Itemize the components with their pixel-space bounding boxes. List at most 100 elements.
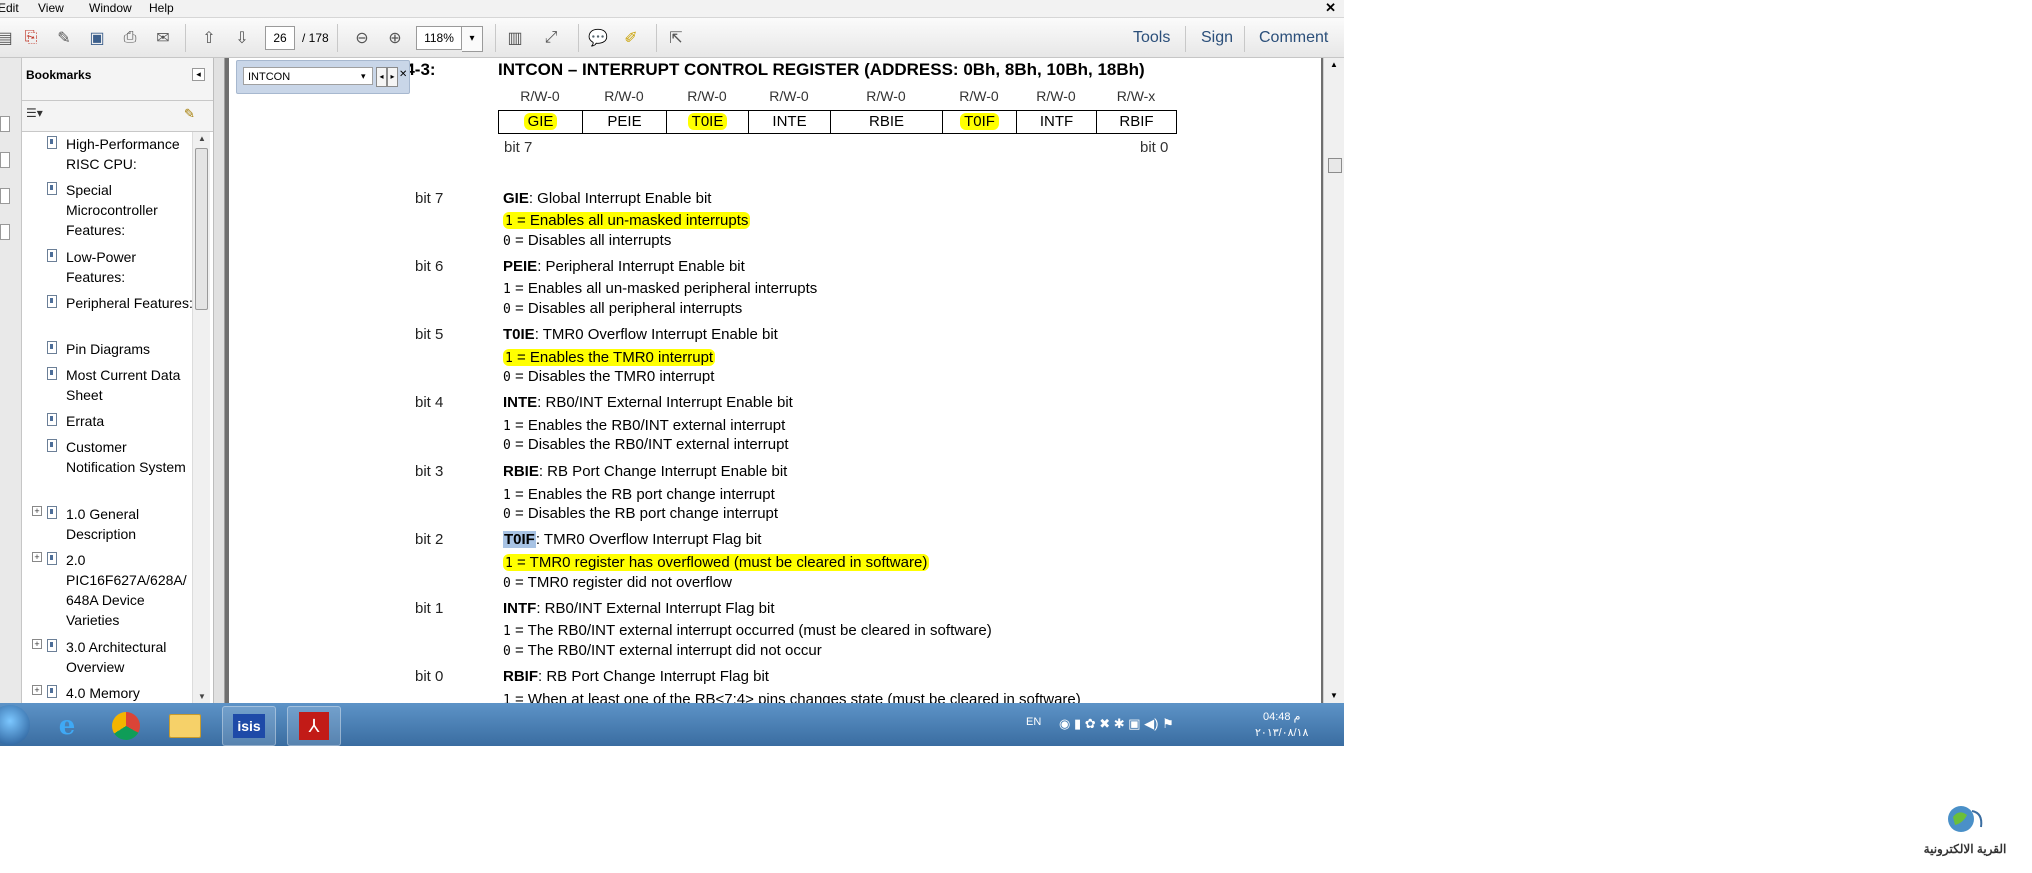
isis-icon[interactable]: isis bbox=[222, 706, 276, 746]
zoom-level-input[interactable]: 118% bbox=[416, 26, 462, 50]
collapse-panel-icon[interactable]: ◂ bbox=[192, 68, 205, 81]
system-clock[interactable]: 04:48 م ٢٠١٣/٠٨/١٨ bbox=[1255, 709, 1308, 741]
chevron-down-icon[interactable]: ▾ bbox=[361, 71, 366, 82]
menu-window[interactable]: Window bbox=[89, 1, 132, 15]
zoom-in-icon[interactable]: ⊕ bbox=[384, 27, 406, 49]
bookmarks-scrollbar[interactable]: ▲ ▼ bbox=[192, 132, 210, 704]
watermark-logo bbox=[1948, 806, 1983, 832]
save-icon[interactable]: ▣ bbox=[86, 27, 108, 49]
bit-name: T0IF bbox=[960, 113, 999, 130]
page-number-input[interactable]: 26 bbox=[265, 26, 295, 50]
language-indicator[interactable]: EN bbox=[1026, 716, 1041, 728]
adobe-reader-icon[interactable]: ⅄ bbox=[287, 706, 341, 746]
sign-button[interactable]: Sign bbox=[1201, 29, 1233, 47]
fit-width-icon[interactable]: ⤢ bbox=[540, 27, 562, 49]
edit-icon[interactable]: ✎ bbox=[53, 27, 75, 49]
bookmark-icon bbox=[47, 249, 57, 262]
close-icon[interactable]: ✕ bbox=[1325, 0, 1336, 16]
scroll-down-icon[interactable]: ▼ bbox=[198, 692, 206, 701]
find-bar: INTCON ▾ ◂ ▸ ✕ bbox=[236, 60, 410, 94]
toolbar-divider bbox=[656, 24, 657, 52]
toolbar: ▤ ⎘ ✎ ▣ ⎙ ✉ ⇧ ⇩ 26 / 178 ⊖ ⊕ 118% ▾ ▥ ⤢ … bbox=[0, 18, 1344, 58]
file-explorer-icon[interactable] bbox=[158, 706, 212, 746]
bit-value-line: 0 = Disables the RB0/INT external interr… bbox=[503, 436, 789, 453]
menu-help[interactable]: Help bbox=[149, 1, 174, 15]
bookmarks-icon[interactable] bbox=[0, 152, 10, 168]
close-find-icon[interactable]: ✕ bbox=[399, 69, 407, 80]
bit-cell: GIE bbox=[498, 110, 583, 134]
find-input[interactable]: INTCON bbox=[243, 67, 373, 85]
find-next-icon[interactable]: ▸ bbox=[387, 67, 398, 87]
fit-page-icon[interactable]: ▥ bbox=[504, 27, 526, 49]
expand-icon[interactable]: + bbox=[32, 639, 42, 649]
bit-description: T0IF: TMR0 Overflow Interrupt Flag bit bbox=[503, 531, 762, 548]
isis-glyph: isis bbox=[233, 714, 265, 738]
open-icon[interactable]: ▤ bbox=[0, 27, 16, 49]
scrollbar-thumb[interactable] bbox=[1328, 158, 1342, 173]
toolbar-divider bbox=[337, 24, 338, 52]
zoom-out-icon[interactable]: ⊖ bbox=[351, 27, 373, 49]
bookmark-icon bbox=[47, 552, 57, 565]
menu-edit[interactable]: Edit bbox=[0, 1, 19, 15]
attachments-icon[interactable] bbox=[0, 188, 10, 204]
previous-page-icon[interactable]: ⇧ bbox=[198, 27, 220, 49]
tray-icons[interactable]: ◉ ▮ ✿ ✖ ✱ ▣ ◀) ⚑ bbox=[1059, 716, 1174, 732]
next-page-icon[interactable]: ⇩ bbox=[231, 27, 253, 49]
bookmarks-title: Bookmarks bbox=[26, 68, 92, 82]
bit0-label: bit 0 bbox=[1140, 139, 1169, 156]
page-thumbnails-icon[interactable] bbox=[0, 116, 10, 132]
bit-name: T0IE bbox=[687, 113, 728, 130]
scrollbar-thumb[interactable] bbox=[195, 148, 208, 310]
page-count: / 178 bbox=[302, 31, 329, 45]
bookmark-label: High-Performance RISC CPU: bbox=[66, 136, 180, 172]
expand-icon[interactable]: + bbox=[32, 552, 42, 562]
comment-button[interactable]: Comment bbox=[1259, 29, 1328, 47]
bit-number: bit 0 bbox=[415, 668, 444, 685]
bookmark-label: Customer Notification System bbox=[66, 439, 186, 475]
scroll-up-icon[interactable]: ▲ bbox=[1330, 60, 1338, 69]
bit-value-line: 0 = Disables the TMR0 interrupt bbox=[503, 368, 715, 385]
chevron-down-icon[interactable]: ▾ bbox=[462, 26, 483, 52]
highlight-icon[interactable]: ✐ bbox=[620, 27, 642, 49]
expand-icon[interactable]: + bbox=[32, 506, 42, 516]
document-scrollbar[interactable]: ▲ ▼ bbox=[1323, 58, 1344, 703]
bookmark-icon bbox=[47, 413, 57, 426]
bit-cell: T0IF bbox=[942, 110, 1017, 134]
bit-number: bit 2 bbox=[415, 531, 444, 548]
scroll-up-icon[interactable]: ▲ bbox=[198, 134, 206, 143]
clock-date: ٢٠١٣/٠٨/١٨ bbox=[1255, 727, 1309, 739]
bookmark-label: 3.0 Architectural Overview bbox=[66, 639, 167, 675]
bit-name: INTE bbox=[772, 113, 807, 130]
panel-splitter[interactable] bbox=[214, 58, 225, 703]
bit-description: INTE: RB0/INT External Interrupt Enable … bbox=[503, 394, 793, 411]
chrome-glyph bbox=[112, 712, 140, 740]
expand-icon[interactable]: + bbox=[32, 685, 42, 695]
full-screen-icon[interactable]: ⇱ bbox=[665, 27, 687, 49]
bookmark-label: 1.0 General Description bbox=[66, 506, 140, 542]
bookmark-label: Peripheral Features: bbox=[66, 295, 193, 311]
print-icon[interactable]: ⎙ bbox=[119, 27, 141, 49]
create-pdf-icon[interactable]: ⎘ bbox=[20, 27, 42, 49]
bit-number: bit 7 bbox=[415, 190, 444, 207]
signatures-icon[interactable] bbox=[0, 224, 10, 240]
options-menu-icon[interactable]: ☰▾ bbox=[26, 106, 43, 120]
menu-view[interactable]: View bbox=[38, 1, 64, 15]
internet-explorer-icon[interactable]: e bbox=[40, 706, 94, 746]
bit-cell: PEIE bbox=[582, 110, 667, 134]
bit-cell: RBIF bbox=[1096, 110, 1177, 134]
bit-number: bit 1 bbox=[415, 600, 444, 617]
bit-value-line: 1 = Enables all un-masked interrupts bbox=[503, 212, 751, 229]
access-label: R/W-x bbox=[1116, 88, 1156, 104]
email-icon[interactable]: ✉ bbox=[152, 27, 174, 49]
tools-button[interactable]: Tools bbox=[1133, 29, 1170, 47]
find-bookmark-icon[interactable]: ✎ bbox=[184, 106, 195, 122]
scroll-down-icon[interactable]: ▼ bbox=[1330, 691, 1338, 700]
pdf-glyph: ⅄ bbox=[299, 712, 329, 740]
toolbar-divider bbox=[1185, 26, 1186, 52]
find-previous-icon[interactable]: ◂ bbox=[376, 67, 387, 87]
chrome-icon[interactable] bbox=[99, 706, 153, 746]
comment-bubble-icon[interactable]: 💬 bbox=[587, 27, 609, 49]
start-button[interactable] bbox=[0, 705, 30, 745]
access-label: R/W-0 bbox=[769, 88, 809, 104]
bookmark-icon bbox=[47, 367, 57, 380]
